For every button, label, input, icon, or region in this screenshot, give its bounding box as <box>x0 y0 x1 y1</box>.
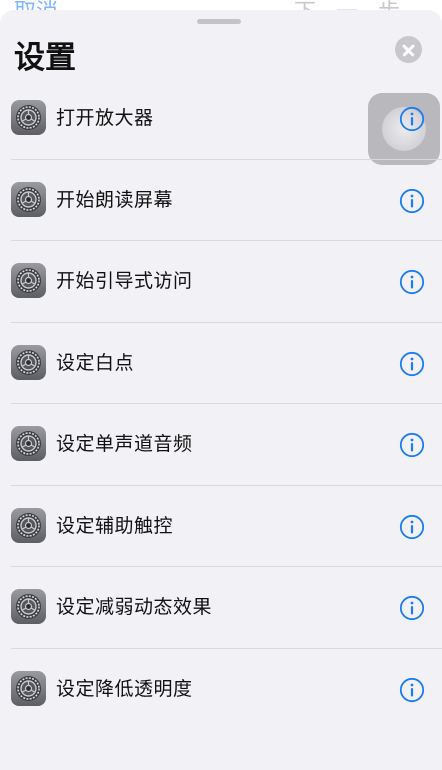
settings-gear-icon <box>11 426 46 461</box>
settings-gear-icon <box>11 263 46 298</box>
action-label: 设定减弱动态效果 <box>56 596 213 618</box>
action-list: 打开放大器 开始朗读屏幕 开始引导式访问 设定白点 设定单声道音频 设定辅助触控… <box>0 78 442 730</box>
action-label: 设定降低透明度 <box>56 677 193 700</box>
info-icon[interactable] <box>399 106 425 132</box>
info-icon[interactable] <box>399 188 425 214</box>
action-label: 设定辅助触控 <box>56 514 174 537</box>
action-label: 开始朗读屏幕 <box>56 188 174 211</box>
action-row[interactable]: 开始朗读屏幕 <box>0 160 442 241</box>
action-label: 设定单声道音频 <box>56 433 193 455</box>
settings-gear-icon <box>11 507 46 543</box>
info-icon[interactable] <box>399 351 425 377</box>
action-row[interactable]: 设定减弱动态效果 <box>0 567 442 649</box>
info-icon[interactable] <box>399 514 425 540</box>
settings-gear-icon <box>11 589 46 624</box>
info-icon[interactable] <box>399 432 425 458</box>
action-row[interactable]: 设定单声道音频 <box>0 404 442 486</box>
action-row[interactable]: 开始引导式访问 <box>0 241 442 323</box>
action-row[interactable]: 设定辅助触控 <box>0 486 442 567</box>
action-row[interactable]: 设定白点 <box>0 323 442 404</box>
sheet-title: 设置 <box>14 40 76 76</box>
action-row[interactable]: 打开放大器 <box>0 78 442 160</box>
action-label: 开始引导式访问 <box>56 270 193 292</box>
settings-gear-icon <box>11 670 46 706</box>
info-icon[interactable] <box>399 595 425 621</box>
info-icon[interactable] <box>399 677 425 703</box>
action-label: 打开放大器 <box>56 107 154 129</box>
settings-gear-icon <box>11 100 46 135</box>
sheet-grabber[interactable] <box>197 19 241 24</box>
settings-gear-icon <box>11 344 46 380</box>
settings-gear-icon <box>11 181 46 217</box>
action-label: 设定白点 <box>56 351 135 374</box>
info-icon[interactable] <box>399 269 425 295</box>
close-button[interactable] <box>395 36 422 63</box>
action-row[interactable]: 设定降低透明度 <box>0 649 442 731</box>
